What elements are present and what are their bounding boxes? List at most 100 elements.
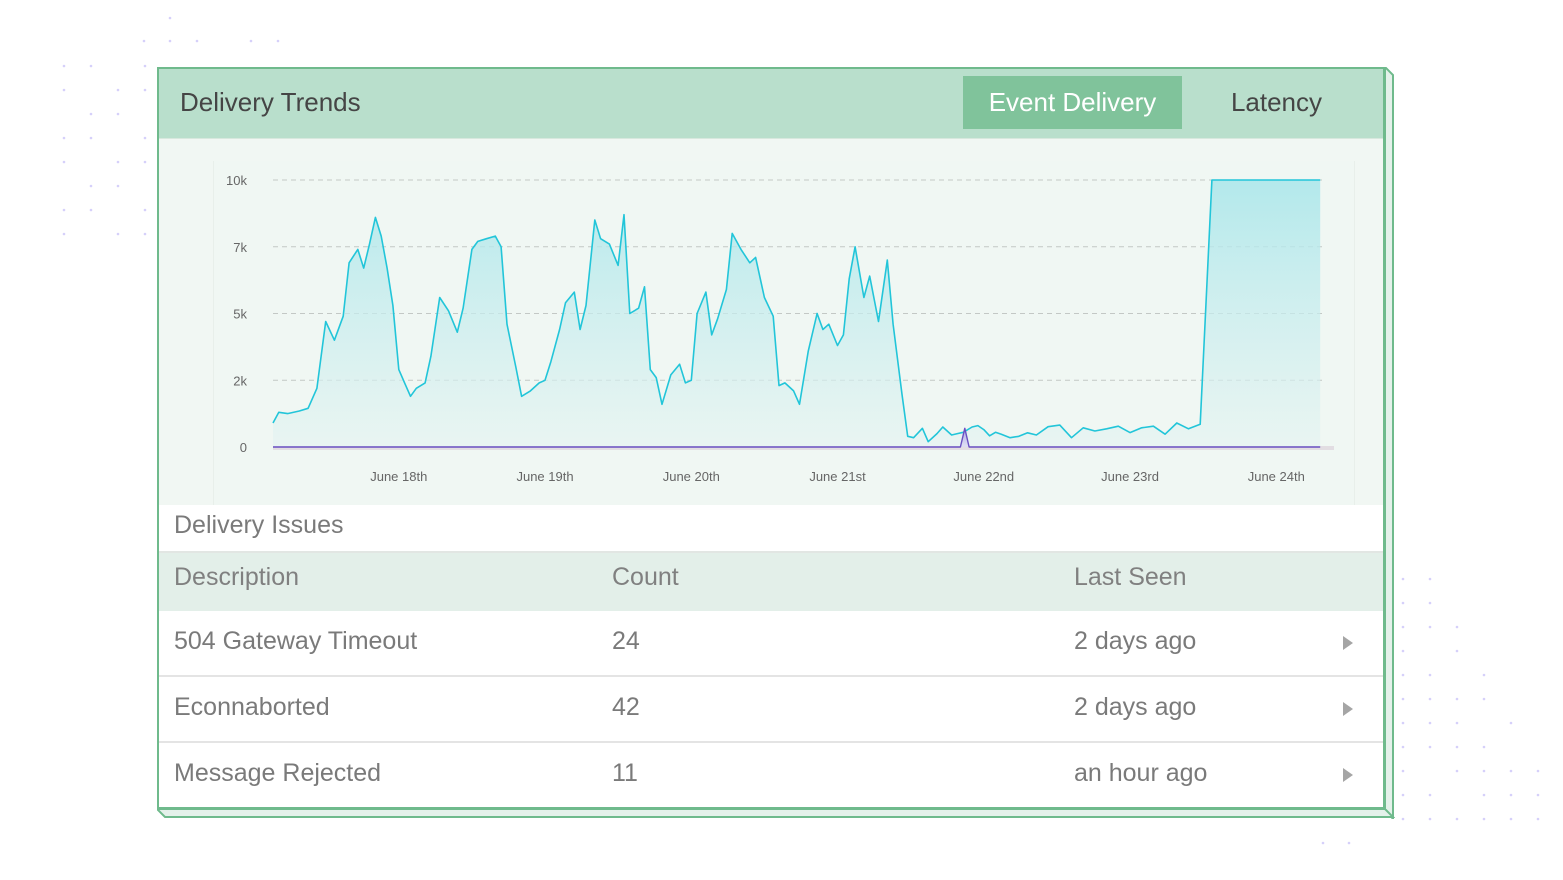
decor-dot bbox=[1401, 745, 1405, 749]
decor-dot bbox=[1401, 601, 1405, 605]
decor-dot bbox=[1401, 697, 1405, 701]
delivery-trends-card: Delivery Trends Event Delivery Latency 1… bbox=[157, 67, 1385, 809]
issue-count: 11 bbox=[612, 759, 638, 787]
column-header-count: Count bbox=[612, 563, 679, 591]
decor-dot bbox=[1401, 673, 1405, 677]
decor-dot bbox=[116, 232, 120, 236]
decor-dot bbox=[1536, 793, 1540, 797]
decor-dot bbox=[89, 112, 93, 116]
decor-dot bbox=[62, 160, 66, 164]
expand-arrow-icon[interactable] bbox=[1343, 702, 1353, 716]
column-header-description: Description bbox=[174, 563, 300, 591]
x-tick-label: June 19th bbox=[516, 469, 573, 484]
issue-count: 42 bbox=[612, 693, 640, 721]
table-header: Description Count Last Seen bbox=[159, 551, 1383, 613]
x-tick-label: June 24th bbox=[1248, 469, 1305, 484]
decor-dot bbox=[1428, 745, 1432, 749]
decor-dot bbox=[1509, 769, 1513, 773]
decor-dot bbox=[89, 208, 93, 212]
decor-dot bbox=[62, 88, 66, 92]
table-row[interactable]: 504 Gateway Timeout 24 2 days ago bbox=[159, 611, 1383, 677]
decor-dot bbox=[249, 39, 253, 43]
issue-last-seen: 2 days ago bbox=[1074, 627, 1197, 655]
decor-dot bbox=[89, 64, 93, 68]
x-tick-label: June 22nd bbox=[953, 469, 1014, 484]
decor-dot bbox=[62, 64, 66, 68]
decor-dot bbox=[1401, 625, 1405, 629]
table-row[interactable]: Message Rejected 11 an hour ago bbox=[159, 743, 1383, 807]
decor-dot bbox=[143, 88, 147, 92]
decor-dot bbox=[62, 208, 66, 212]
decor-dot bbox=[143, 160, 147, 164]
decor-dot bbox=[116, 184, 120, 188]
issue-description: 504 Gateway Timeout bbox=[174, 627, 418, 655]
page-title: Delivery Trends bbox=[180, 87, 361, 117]
expand-arrow-icon[interactable] bbox=[1343, 768, 1353, 782]
y-tick-label: 0 bbox=[240, 440, 247, 455]
decor-dot bbox=[168, 16, 172, 20]
decor-dot bbox=[143, 136, 147, 140]
decor-dot bbox=[1455, 817, 1459, 821]
table-row[interactable]: Econnaborted 42 2 days ago bbox=[159, 677, 1383, 743]
decor-dot bbox=[1401, 769, 1405, 773]
tab-event-delivery[interactable]: Event Delivery bbox=[963, 76, 1182, 129]
decor-dot bbox=[1455, 625, 1459, 629]
decor-dot bbox=[1482, 769, 1486, 773]
card-3d-bottom bbox=[157, 809, 1395, 818]
decor-dot bbox=[168, 39, 172, 43]
decor-dot bbox=[1428, 601, 1432, 605]
decor-dot bbox=[1428, 793, 1432, 797]
decor-dot bbox=[1428, 721, 1432, 725]
column-header-last-seen: Last Seen bbox=[1074, 563, 1187, 591]
x-tick-label: June 18th bbox=[370, 469, 427, 484]
decor-dot bbox=[89, 184, 93, 188]
decor-dot bbox=[1455, 745, 1459, 749]
expand-arrow-icon[interactable] bbox=[1343, 636, 1353, 650]
chart-svg: 10k 7k 5k 2k 0 June 18th June 19th June 20th Ju… bbox=[226, 173, 1334, 484]
decor-dot bbox=[1509, 721, 1513, 725]
y-tick-label: 5k bbox=[233, 307, 247, 322]
decor-dot bbox=[62, 232, 66, 236]
decor-dot bbox=[116, 160, 120, 164]
decor-dot bbox=[1428, 697, 1432, 701]
decor-dot bbox=[142, 39, 146, 43]
decor-dot bbox=[1401, 721, 1405, 725]
decor-dot bbox=[1482, 817, 1486, 821]
decor-dot bbox=[1455, 697, 1459, 701]
tab-latency[interactable]: Latency bbox=[1209, 76, 1344, 129]
decor-dot bbox=[1482, 793, 1486, 797]
issue-last-seen: 2 days ago bbox=[1074, 693, 1197, 721]
x-tick-label: June 23rd bbox=[1101, 469, 1159, 484]
decor-dot bbox=[1536, 817, 1540, 821]
decor-dot bbox=[1509, 817, 1513, 821]
decor-dot bbox=[1455, 769, 1459, 773]
decor-dot bbox=[1321, 841, 1325, 845]
card-3d-side bbox=[1385, 67, 1394, 819]
decor-dot bbox=[1428, 673, 1432, 677]
decor-dot bbox=[1455, 649, 1459, 653]
decor-dot bbox=[276, 39, 280, 43]
decor-dot bbox=[62, 136, 66, 140]
y-tick-label: 2k bbox=[233, 373, 247, 388]
decor-dot bbox=[143, 64, 147, 68]
decor-dot bbox=[1428, 625, 1432, 629]
issue-description: Message Rejected bbox=[174, 759, 382, 787]
decor-dot bbox=[195, 39, 199, 43]
section-title: Delivery Issues bbox=[174, 511, 344, 539]
x-tick-label: June 20th bbox=[663, 469, 720, 484]
delivery-issues-section: Delivery Issues Description Count Last S… bbox=[159, 505, 1383, 807]
decor-dot bbox=[1347, 841, 1351, 845]
decor-dot bbox=[1401, 649, 1405, 653]
issue-last-seen: an hour ago bbox=[1074, 759, 1208, 787]
decor-dot bbox=[1482, 697, 1486, 701]
decor-dot bbox=[1482, 673, 1486, 677]
decor-dot bbox=[1536, 769, 1540, 773]
issue-description: Econnaborted bbox=[174, 693, 330, 721]
decor-dot bbox=[143, 208, 147, 212]
card-header: Delivery Trends Event Delivery Latency bbox=[159, 69, 1383, 139]
decor-dot bbox=[1482, 745, 1486, 749]
issue-count: 24 bbox=[612, 627, 640, 655]
decor-dot bbox=[116, 88, 120, 92]
x-tick-label: June 21st bbox=[809, 469, 866, 484]
decor-dot bbox=[1401, 793, 1405, 797]
